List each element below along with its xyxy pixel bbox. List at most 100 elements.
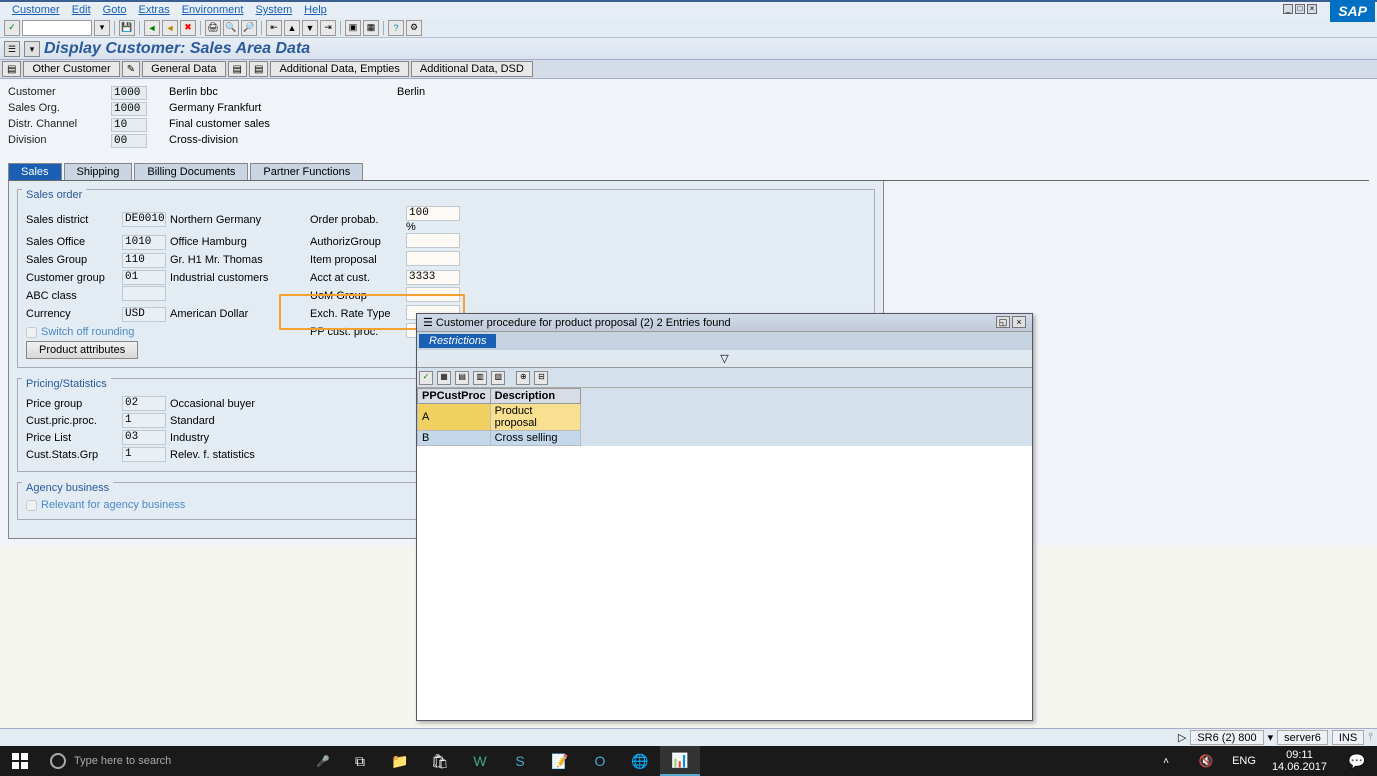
tray-expand-icon[interactable]: ˄ [1146,746,1186,776]
field-value[interactable]: 1 [122,447,166,462]
layout-icon[interactable]: ⚙ [406,20,422,36]
field-value[interactable]: 03 [122,430,166,445]
volume-icon[interactable]: 🔇 [1186,746,1226,776]
popup-resize-icon[interactable]: ◱ [996,316,1010,328]
sap-task-icon[interactable]: 📊 [660,746,700,776]
popup-tab-restrictions[interactable]: Restrictions [419,334,496,348]
field-value[interactable]: 1010 [122,235,166,250]
back-icon[interactable]: ◄ [144,20,160,36]
popup-header-code[interactable]: PPCustProc [418,389,491,404]
popup-cell-code: A [418,404,491,431]
find-icon[interactable]: 🔍 [223,20,239,36]
popup-row[interactable]: A Product proposal [418,404,581,431]
start-button[interactable] [0,746,40,776]
exit-icon[interactable]: ◄ [162,20,178,36]
popup-tool3[interactable]: ▤ [455,371,469,385]
field-value2[interactable]: 3333 [406,270,460,285]
notes-icon[interactable]: 📝 [540,746,580,776]
taskbar-clock[interactable]: 09:11 14.06.2017 [1262,749,1337,773]
prev-page-icon[interactable]: ▲ [284,20,300,36]
tab-general-data[interactable]: General Data [142,61,225,77]
field-value[interactable]: USD [122,307,166,322]
menu-customer[interactable]: Customer [8,4,64,16]
tab-icon2[interactable]: ✎ [122,61,140,77]
file-explorer-icon[interactable]: 📁 [380,746,420,776]
field-value[interactable]: 02 [122,396,166,411]
switch-off-rounding-checkbox[interactable] [26,327,37,338]
chrome-icon[interactable]: 🌐 [620,746,660,776]
find-next-icon[interactable]: 🔎 [241,20,257,36]
field-value[interactable]: DE0010 [122,212,166,227]
popup-tool2[interactable]: ▦ [437,371,451,385]
menu-environment[interactable]: Environment [178,4,248,16]
popup-tool4[interactable]: ▥ [473,371,487,385]
menu-goto[interactable]: Goto [99,4,131,16]
tab-shipping[interactable]: Shipping [64,163,133,180]
field-row: Sales Group110Gr. H1 Mr. ThomasItem prop… [26,251,866,269]
tab-additional-empties[interactable]: Additional Data, Empties [270,61,408,77]
field-label: Customer group [26,272,122,284]
popup-check-icon[interactable]: ✓ [419,371,433,385]
field-value[interactable]: 01 [122,270,166,285]
nav-dropdown-icon[interactable]: ▾ [24,41,40,57]
tab-other-customer[interactable]: Other Customer [23,61,119,77]
popup-tool6[interactable]: ⊕ [516,371,530,385]
agency-checkbox[interactable] [26,500,37,511]
check-icon[interactable]: ✓ [4,20,20,36]
help-icon[interactable]: ? [388,20,404,36]
field-value[interactable]: 1 [122,413,166,428]
product-attributes-button[interactable]: Product attributes [26,341,138,359]
status-resize-icon[interactable]: ⫯ [1368,731,1373,744]
field-value[interactable] [122,286,166,301]
shortcut-icon[interactable]: ▦ [363,20,379,36]
status-nav-icon[interactable]: ▷ [1178,731,1186,744]
close-icon[interactable]: × [1307,4,1317,14]
next-page-icon[interactable]: ▼ [302,20,318,36]
popup-close-icon[interactable]: × [1012,316,1026,328]
last-page-icon[interactable]: ⇥ [320,20,336,36]
tab-billing[interactable]: Billing Documents [134,163,248,180]
tab-icon1[interactable]: ▤ [2,61,21,77]
customer-name: Berlin bbc [169,85,389,101]
minimize-icon[interactable]: _ [1283,4,1293,14]
command-field[interactable] [22,20,92,36]
print-icon[interactable]: 🖨 [205,20,221,36]
skype-icon[interactable]: S [500,746,540,776]
save-icon[interactable]: 💾 [119,20,135,36]
maximize-icon[interactable]: □ [1295,4,1305,14]
field-value2[interactable] [406,287,460,302]
tab-partner[interactable]: Partner Functions [250,163,363,180]
notifications-icon[interactable]: 💬 [1337,746,1377,776]
popup-header-desc[interactable]: Description [490,389,580,404]
field-value2[interactable] [406,233,460,248]
language-indicator[interactable]: ENG [1226,755,1262,767]
new-session-icon[interactable]: ▣ [345,20,361,36]
popup-collapse-icon[interactable]: ▽ [417,350,1032,368]
tab-additional-dsd[interactable]: Additional Data, DSD [411,61,533,77]
popup-row[interactable]: B Cross selling [418,431,581,446]
mic-icon[interactable]: 🎤 [316,755,330,768]
tab-icon4[interactable]: ▤ [249,61,268,77]
nav-menu-icon[interactable]: ☰ [4,41,20,57]
field-value[interactable]: 110 [122,253,166,268]
field-value2[interactable] [406,251,460,266]
cancel-icon[interactable]: ✖ [180,20,196,36]
field-value2[interactable]: 100 [406,206,460,221]
menu-help[interactable]: Help [300,4,331,16]
popup-tool7[interactable]: ⊟ [534,371,548,385]
store-icon[interactable]: 🛍 [420,746,460,776]
tab-icon3[interactable]: ▤ [228,61,247,77]
first-page-icon[interactable]: ⇤ [266,20,282,36]
menu-extras[interactable]: Extras [135,4,174,16]
taskbar-search[interactable]: Type here to search 🎤 [40,746,340,776]
sap-logo: SAP [1330,0,1375,22]
menu-edit[interactable]: Edit [68,4,95,16]
customer-code: 1000 [111,86,147,100]
tab-sales[interactable]: Sales [8,163,62,180]
task-view-icon[interactable]: ⧉ [340,746,380,776]
dropdown-icon[interactable]: ▾ [94,20,110,36]
outlook-icon[interactable]: O [580,746,620,776]
word-icon[interactable]: W [460,746,500,776]
menu-system[interactable]: System [251,4,296,16]
popup-tool5[interactable]: ▧ [491,371,505,385]
